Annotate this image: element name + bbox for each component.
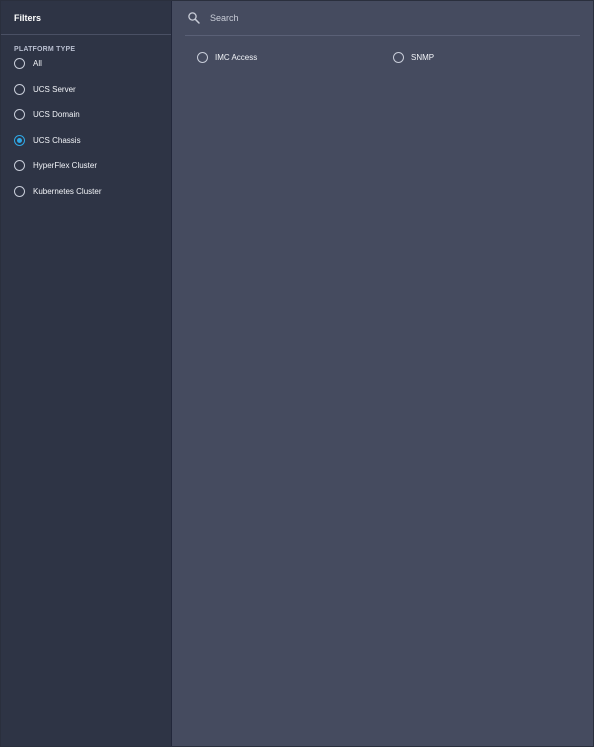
radio-button[interactable] [14, 58, 25, 70]
filters-title: Filters [14, 12, 42, 23]
radio-label: HyperFlex Cluster [33, 161, 98, 171]
radio-button[interactable] [14, 185, 25, 197]
radio-label: All [33, 59, 42, 69]
filters-sidebar: Filters PLATFORM TYPE All UCS Server UCS… [1, 1, 172, 746]
radio-button[interactable] [393, 52, 404, 63]
radio-option-ucs-domain[interactable]: UCS Domain [1, 102, 171, 128]
radio-option-hyperflex-cluster[interactable]: HyperFlex Cluster [1, 153, 171, 179]
radio-label: Kubernetes Cluster [33, 186, 102, 196]
radio-option-kubernetes-cluster[interactable]: Kubernetes Cluster [1, 179, 171, 205]
radio-button-selected[interactable] [14, 134, 25, 146]
search-icon [187, 11, 201, 25]
radio-label: UCS Chassis [33, 135, 81, 145]
radio-option-ucs-server[interactable]: UCS Server [1, 77, 171, 103]
radio-label: IMC Access [215, 53, 258, 62]
policy-options-panel: IMC Access SNMP [172, 1, 593, 746]
radio-label: UCS Server [33, 84, 76, 94]
radio-option-ucs-chassis[interactable]: UCS Chassis [1, 128, 171, 154]
radio-label: SNMP [411, 53, 435, 62]
search-input[interactable] [208, 12, 512, 24]
radio-option-all[interactable]: All [1, 51, 171, 77]
radio-option-imc-access[interactable]: IMC Access [197, 52, 393, 63]
radio-label: UCS Domain [33, 110, 80, 120]
radio-button[interactable] [14, 83, 25, 95]
radio-option-snmp[interactable]: SNMP [393, 52, 589, 63]
policy-type-selector: Filters PLATFORM TYPE All UCS Server UCS… [0, 0, 594, 747]
search-bar [185, 1, 580, 36]
filters-header: Filters [1, 1, 171, 35]
policy-options-list: IMC Access SNMP [197, 52, 589, 63]
platform-type-heading: PLATFORM TYPE [14, 46, 76, 53]
radio-button[interactable] [14, 109, 25, 121]
radio-button[interactable] [197, 52, 208, 63]
platform-type-radio-group: All UCS Server UCS Domain UCS Chassis Hy… [1, 51, 171, 204]
radio-button[interactable] [14, 160, 25, 172]
